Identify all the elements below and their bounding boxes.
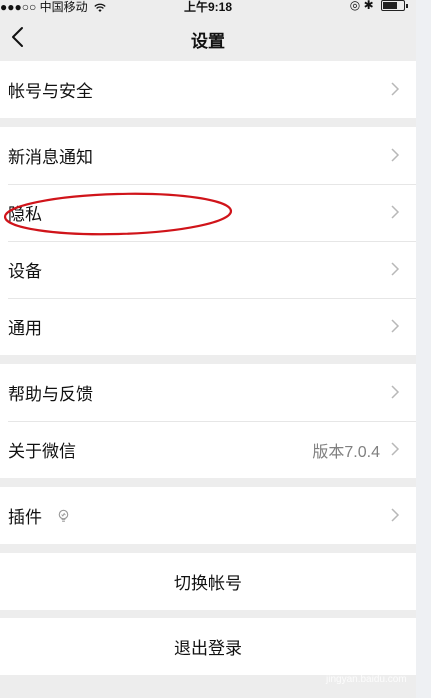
settings-item-label: 帮助与反馈 — [8, 385, 93, 404]
chevron-right-icon — [391, 82, 400, 96]
settings-item-label: 帐号与安全 — [8, 82, 93, 101]
version-value: 版本7.0.4 — [312, 443, 380, 461]
settings-item-privacy[interactable]: 隐私 — [0, 184, 416, 241]
chevron-right-icon — [391, 385, 400, 399]
settings-item-account-security[interactable]: 帐号与安全 — [0, 61, 416, 118]
settings-item-label: 通用 — [8, 319, 42, 338]
chevron-right-icon — [391, 262, 400, 276]
switch-account-button[interactable]: 切换帐号 — [0, 553, 416, 610]
watermark-sub: jingyan.baidu.com — [326, 674, 407, 685]
chevron-right-icon — [391, 319, 400, 333]
navigation-bar: 设置 — [0, 14, 416, 61]
chevron-right-icon — [391, 508, 400, 522]
status-right: ◎ ✱ — [350, 0, 408, 12]
status-bar: ●●●○○ 中国移动 上午9:18 ◎ ✱ — [0, 0, 416, 14]
page-title: 设置 — [191, 32, 225, 51]
chevron-right-icon — [391, 148, 400, 162]
group-account: 帐号与安全 — [0, 61, 416, 118]
settings-item-help-feedback[interactable]: 帮助与反馈 — [0, 364, 416, 421]
settings-item-label: 关于微信 — [8, 442, 76, 461]
watermark: Bai 经验 jingyan.baidu.com — [312, 650, 412, 690]
settings-item-label: 隐私 — [8, 205, 42, 224]
battery-icon — [381, 0, 405, 12]
right-margin — [416, 0, 431, 698]
bulb-icon — [58, 509, 69, 522]
status-icons: ◎ ✱ — [349, 0, 374, 12]
settings-item-label: 新消息通知 — [8, 148, 93, 167]
phone-screen: ●●●○○ 中国移动 上午9:18 ◎ ✱ 设置 帐号与安全 新消息通知 隐私 … — [0, 0, 416, 698]
settings-item-plugins[interactable]: 插件 — [0, 487, 416, 544]
battery-nub — [406, 3, 408, 8]
group-help: 帮助与反馈 关于微信 版本7.0.4 — [0, 364, 416, 478]
chevron-right-icon — [391, 205, 400, 219]
group-general: 新消息通知 隐私 设备 通用 — [0, 127, 416, 355]
settings-item-general[interactable]: 通用 — [0, 298, 416, 355]
settings-item-notifications[interactable]: 新消息通知 — [0, 127, 416, 184]
settings-item-label: 插件 — [8, 508, 42, 527]
group-plugins: 插件 — [0, 487, 416, 544]
settings-item-label: 设备 — [8, 262, 42, 281]
settings-item-devices[interactable]: 设备 — [0, 241, 416, 298]
chevron-right-icon — [391, 442, 400, 456]
settings-item-about[interactable]: 关于微信 版本7.0.4 — [0, 421, 416, 478]
